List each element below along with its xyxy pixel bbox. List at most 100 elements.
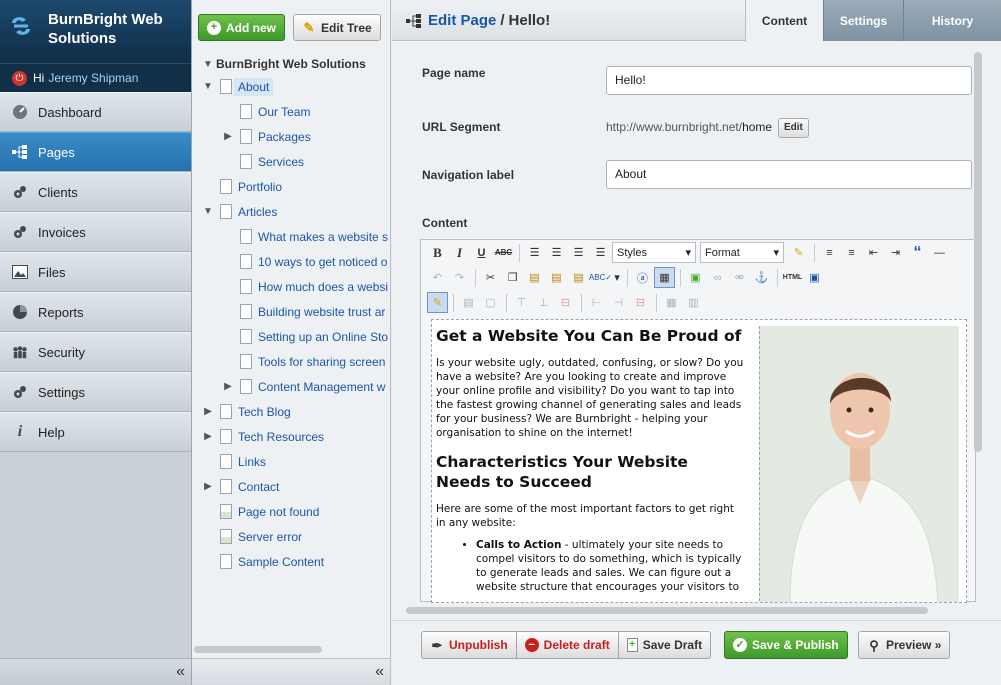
delete-row-icon[interactable]: ⊟ — [555, 292, 576, 313]
tree-node-label[interactable]: Contact — [238, 480, 279, 494]
tree-node-label[interactable]: Sample Content — [238, 555, 324, 569]
italic-icon[interactable]: I — [449, 242, 470, 263]
scroll-thumb[interactable] — [194, 646, 322, 653]
tree-node[interactable]: 10 ways to get noticed o — [192, 249, 390, 274]
align-center-icon[interactable]: ☰ — [546, 242, 567, 263]
tree-node-label[interactable]: Tech Blog — [238, 405, 291, 419]
tab-history[interactable]: History — [903, 0, 1001, 41]
tree-node-label[interactable]: 10 ways to get noticed o — [258, 255, 387, 269]
expand-right-icon[interactable]: ▶ — [200, 406, 216, 417]
numbered-list-icon[interactable]: ≡ — [841, 242, 862, 263]
save-draft-button[interactable]: + Save Draft — [618, 631, 712, 659]
highlighter-icon[interactable]: ✎ — [788, 242, 809, 263]
tree-node[interactable]: ▶ Contact — [192, 474, 390, 499]
tree-node[interactable]: Our Team — [192, 99, 390, 124]
tree-node[interactable]: Services — [192, 149, 390, 174]
tree-node[interactable]: ▶ Content Management w — [192, 374, 390, 399]
table-cell-props-icon[interactable]: ▢ — [480, 292, 501, 313]
navigation-label-input[interactable]: About — [606, 160, 972, 189]
expand-right-icon[interactable]: ▶ — [220, 381, 236, 392]
tree-node-label[interactable]: How much does a websi — [258, 280, 388, 294]
blockquote-icon[interactable]: “ — [907, 242, 928, 263]
tree-node[interactable]: Server error — [192, 524, 390, 549]
tree-node[interactable]: Building website trust ar — [192, 299, 390, 324]
format-select[interactable]: Format ▾ — [700, 242, 784, 263]
html-source-icon[interactable]: HTML — [782, 267, 803, 288]
tree-node-label[interactable]: What makes a website s — [258, 230, 388, 244]
delete-draft-button[interactable]: − Delete draft — [516, 631, 619, 659]
tree-node-label[interactable]: Tech Resources — [238, 430, 324, 444]
tree-node-label[interactable]: Tools for sharing screen — [258, 355, 385, 369]
add-new-button[interactable]: + Add new — [198, 14, 285, 41]
cut-icon[interactable]: ✂ — [480, 267, 501, 288]
split-cells-icon[interactable]: ▦ — [661, 292, 682, 313]
align-justify-icon[interactable]: ☰ — [590, 242, 611, 263]
edit-css-icon[interactable]: ✎ — [427, 292, 448, 313]
nav-collapse-button[interactable]: « — [0, 658, 191, 685]
content-photo[interactable] — [759, 326, 959, 602]
paste-word-icon[interactable]: ▤ — [568, 267, 589, 288]
bold-icon[interactable]: B — [427, 242, 448, 263]
nav-item-pages[interactable]: Pages — [0, 132, 191, 172]
save-publish-button[interactable]: ✓ Save & Publish — [724, 631, 848, 659]
tree-node[interactable]: ▼ Articles — [192, 199, 390, 224]
tree-node[interactable]: Page not found — [192, 499, 390, 524]
spellcheck-icon[interactable]: ABC✓ — [589, 267, 612, 288]
tree-node-label[interactable]: Page not found — [238, 505, 319, 519]
bullet-list-icon[interactable]: ≡ — [819, 242, 840, 263]
tree-node-label[interactable]: Links — [238, 455, 266, 469]
tree-node-label[interactable]: Server error — [238, 530, 302, 544]
tree-node-label[interactable]: Articles — [238, 205, 277, 219]
tree-node[interactable]: ▶ Tech Blog — [192, 399, 390, 424]
editor-content-area[interactable]: Get a Website You Can Be Proud of Is you… — [431, 319, 967, 603]
dropdown-arrow-icon[interactable]: ▾ — [612, 267, 622, 288]
insert-image-icon[interactable]: ▣ — [685, 267, 706, 288]
insert-col-after-icon[interactable]: ⊣ — [608, 292, 629, 313]
indent-icon[interactable]: ⇥ — [885, 242, 906, 263]
insert-row-after-icon[interactable]: ⊥ — [533, 292, 554, 313]
tree-node[interactable]: Setting up an Online Sto — [192, 324, 390, 349]
insert-col-before-icon[interactable]: ⊢ — [586, 292, 607, 313]
nav-item-clients[interactable]: Clients — [0, 172, 191, 212]
insert-row-before-icon[interactable]: ⊤ — [511, 292, 532, 313]
tree-node[interactable]: How much does a websi — [192, 274, 390, 299]
merge-cells-icon[interactable]: ▥ — [683, 292, 704, 313]
copy-icon[interactable]: ❐ — [502, 267, 523, 288]
tree-node-label[interactable]: Packages — [258, 130, 311, 144]
tree-node[interactable]: Sample Content — [192, 549, 390, 574]
tree-collapse-button[interactable]: « — [192, 658, 390, 685]
nav-item-dashboard[interactable]: Dashboard — [0, 92, 191, 132]
tree-node-label[interactable]: Building website trust ar — [258, 305, 385, 319]
nav-item-security[interactable]: Security — [0, 332, 191, 372]
align-right-icon[interactable]: ☰ — [568, 242, 589, 263]
tree-horizontal-scrollbar[interactable] — [192, 644, 390, 654]
tree-node[interactable]: Portfolio — [192, 174, 390, 199]
nav-item-settings[interactable]: Settings — [0, 372, 191, 412]
tree-node[interactable]: Tools for sharing screen — [192, 349, 390, 374]
nav-item-help[interactable]: i Help — [0, 412, 191, 452]
form-vertical-scrollbar[interactable] — [973, 52, 983, 612]
nav-item-reports[interactable]: Reports — [0, 292, 191, 332]
form-horizontal-scrollbar[interactable] — [406, 605, 976, 615]
expand-right-icon[interactable]: ▶ — [200, 431, 216, 442]
nav-item-invoices[interactable]: Invoices — [0, 212, 191, 252]
outdent-icon[interactable]: ⇤ — [863, 242, 884, 263]
scroll-thumb[interactable] — [974, 52, 982, 452]
editor-content-text[interactable]: Get a Website You Can Be Proud of Is you… — [436, 324, 746, 598]
tree-node-label[interactable]: About — [234, 77, 274, 96]
tab-content[interactable]: Content — [745, 0, 823, 42]
tree-node[interactable]: ▶ Tech Resources — [192, 424, 390, 449]
preview-button[interactable]: ⚲ Preview » — [858, 631, 951, 659]
styles-select[interactable]: Styles ▾ — [612, 242, 696, 263]
tree-node[interactable]: ▶ Packages — [192, 124, 390, 149]
edit-tree-button[interactable]: ✎ Edit Tree — [293, 14, 381, 41]
tree-node[interactable]: Links — [192, 449, 390, 474]
expand-right-icon[interactable]: ▶ — [220, 131, 236, 142]
page-name-input[interactable]: Hello! — [606, 66, 972, 95]
user-name-link[interactable]: Jeremy Shipman — [48, 71, 138, 85]
unpublish-button[interactable]: ✒ Unpublish — [421, 631, 517, 659]
nav-item-files[interactable]: Files — [0, 252, 191, 292]
paste-text-icon[interactable]: ▤ — [546, 267, 567, 288]
paste-icon[interactable]: ▤ — [524, 267, 545, 288]
insert-link-icon[interactable]: ∞ — [707, 267, 728, 288]
